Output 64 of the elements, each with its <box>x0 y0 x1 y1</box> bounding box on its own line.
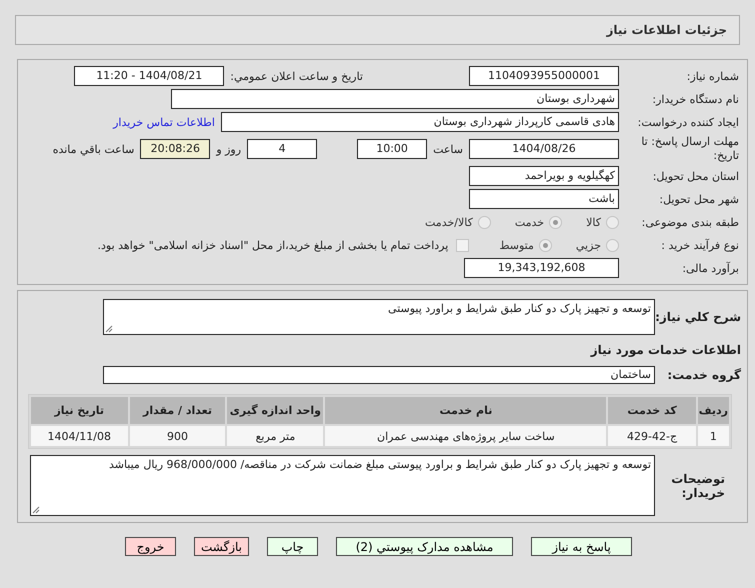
field-label: شرح کلي نیاز: <box>655 310 742 324</box>
radio-button[interactable] <box>606 216 619 228</box>
action-button[interactable]: چاپ <box>267 537 318 556</box>
requester-field[interactable]: هادی قاسمی کارپرداز شهرداری بوستان <box>221 112 619 132</box>
field-label: طبقه بندی موضوعی: <box>640 216 740 228</box>
remaining-time-field[interactable]: 20:08:26 <box>140 139 210 159</box>
province-field[interactable]: کهگیلویه و بویراحمد <box>469 166 619 186</box>
table-cell: ج-42-429 <box>608 426 696 446</box>
action-button[interactable]: بازگشت <box>194 537 249 556</box>
field-label: شماره نیاز: <box>686 70 740 82</box>
deadline-date-field[interactable]: 1404/08/26 <box>469 139 619 159</box>
field-label: نوع فرآیند خرید : <box>660 238 740 252</box>
announce-date-field[interactable]: 1404/08/21 - 11:20 <box>74 66 224 86</box>
option-label: متوسط <box>499 238 534 252</box>
table-cell: 1404/11/08 <box>31 426 128 446</box>
need-number-field[interactable]: 1104093955000001 <box>469 66 619 86</box>
column-header: کد خدمت <box>608 397 696 424</box>
service-group-field[interactable]: ساختمان <box>103 366 655 384</box>
action-button[interactable]: مشاهده مدارک پیوستي (2) <box>336 537 513 556</box>
field-label: ایجاد کننده درخواست: <box>636 116 740 128</box>
remaining-label: ساعت باقي مانده <box>52 142 134 156</box>
table-cell: ساخت سایر پروژه‌های مهندسی عمران <box>325 426 606 446</box>
estimate-field[interactable]: 19,343,192,608 <box>464 258 619 278</box>
radio-button[interactable] <box>538 238 552 252</box>
option-label: جزيي <box>576 238 601 252</box>
field-label: نام دستگاه خریدار: <box>651 92 740 106</box>
days-label: روز و <box>216 142 242 156</box>
column-header: تعداد / مقدار <box>130 397 226 424</box>
radio-button[interactable] <box>478 216 491 228</box>
resize-grip-icon[interactable] <box>105 325 113 333</box>
column-header: واحد اندازه گیری <box>227 397 324 424</box>
column-header: تاریخ نیاز <box>31 397 128 424</box>
contact-link[interactable]: اطلاعات تماس خریدار <box>113 116 215 128</box>
option-label: کالا/خدمت <box>425 216 473 228</box>
field-label: توضیحات خریدار: <box>670 472 726 500</box>
column-header: ردیف <box>698 397 729 424</box>
field-label: گروه خدمت: <box>666 368 742 382</box>
city-field[interactable]: باشت <box>469 189 619 209</box>
field-label: تاریخ و ساعت اعلان عمومي: <box>230 70 363 82</box>
checkbox-label: پرداخت تمام یا بخشی از مبلغ خرید،از محل "اسناد خزانه اسلامی" خواهد بود. <box>98 238 448 252</box>
radio-button[interactable] <box>606 238 619 252</box>
checkbox[interactable] <box>456 238 470 252</box>
column-header: نام خدمت <box>325 397 606 424</box>
buyer-org-field[interactable]: شهرداری بوستان <box>171 89 619 109</box>
field-label: مهلت ارسال پاسخ: تا تاریخ: <box>640 135 740 163</box>
deadline-time-field[interactable]: 10:00 <box>357 139 428 159</box>
table-cell: 900 <box>130 426 226 446</box>
resize-grip-icon[interactable] <box>32 506 40 514</box>
option-label: کالا <box>586 216 601 228</box>
days-field[interactable]: 4 <box>247 139 318 159</box>
action-button[interactable]: پاسخ به نیاز <box>531 537 632 556</box>
description-textarea[interactable]: توسعه و تجهیز پارک دو کنار طبق شرایط و براورد پیوستی <box>103 299 655 335</box>
section-heading: اطلاعات خدمات مورد نیاز <box>589 343 742 357</box>
radio-button[interactable] <box>549 216 562 228</box>
action-button[interactable]: خروج <box>125 537 176 556</box>
buyer-notes-textarea[interactable]: توسعه و تجهیز پارک دو کنار طبق شرایط و براورد پیوستی مبلغ ضمانت شرکت در مناقصه/ 968/000/000 ریال میباشد <box>30 455 655 516</box>
option-label: خدمت <box>514 216 544 228</box>
table-cell: 1 <box>698 426 729 446</box>
field-label: شهر محل تحویل: <box>658 192 740 206</box>
table-cell: متر مربع <box>227 426 324 446</box>
page-title: جزئیات اطلاعات نیاز <box>606 23 727 37</box>
field-label: برآورد مالی: <box>681 262 740 274</box>
field-label: استان محل تحویل: <box>652 170 740 182</box>
time-label: ساعت <box>433 142 463 156</box>
